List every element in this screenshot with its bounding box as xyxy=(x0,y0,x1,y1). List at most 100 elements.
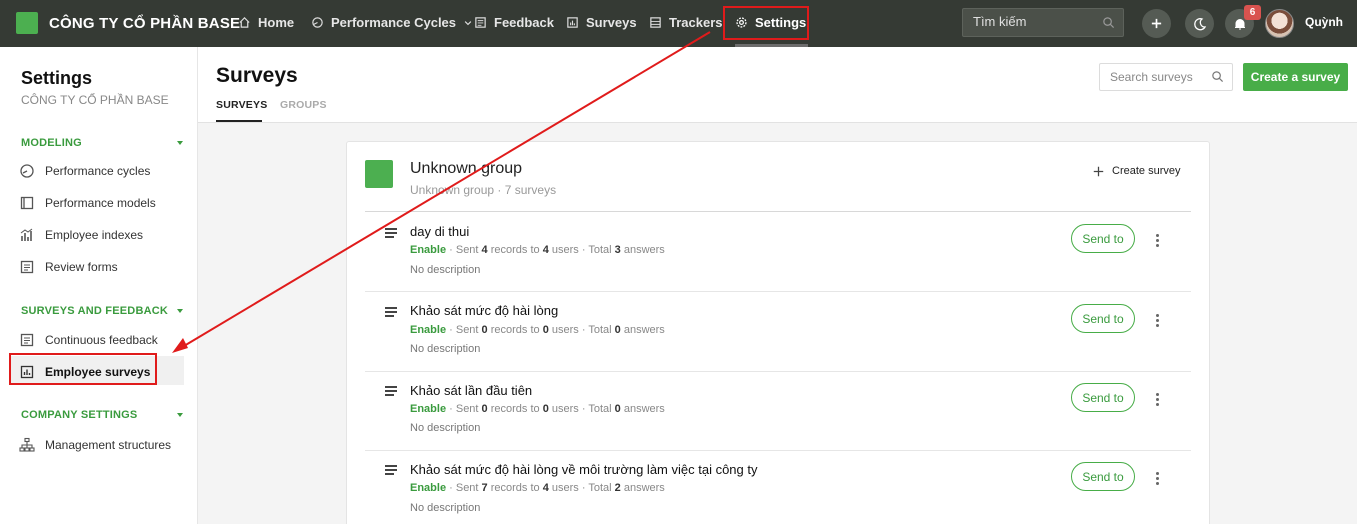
list-icon xyxy=(385,228,397,240)
survey-title[interactable]: Khảo sát lần đầu tiên xyxy=(410,383,532,398)
survey-description: No description xyxy=(410,343,481,355)
settings-highlight-box xyxy=(723,6,809,40)
cycle-icon xyxy=(312,17,323,28)
home-icon xyxy=(239,17,250,28)
global-search-placeholder: Tìm kiếm xyxy=(973,14,1027,29)
sidebar-item-performance-models[interactable]: Performance models xyxy=(19,195,156,211)
group-name: Unknown group xyxy=(410,160,523,177)
top-navbar: CÔNG TY CỔ PHẦN BASE Home Performance Cy… xyxy=(0,0,1357,47)
survey-description: No description xyxy=(410,422,481,434)
group-divider xyxy=(365,211,1191,212)
survey-search-placeholder: Search surveys xyxy=(1110,70,1193,84)
sidebar-item-employee-indexes[interactable]: Employee indexes xyxy=(19,227,143,243)
survey-stats: Enable · Sent 0 records to 0 users · Tot… xyxy=(410,403,665,415)
company-name[interactable]: CÔNG TY CỔ PHẦN BASE xyxy=(49,15,240,32)
sidebar-item-performance-cycles[interactable]: Performance cycles xyxy=(19,163,150,179)
form-icon xyxy=(20,260,34,274)
feedback-icon xyxy=(20,333,34,347)
employee-surveys-highlight-box xyxy=(9,353,157,385)
moon-icon xyxy=(1193,17,1206,30)
send-to-button[interactable]: Send to xyxy=(1071,462,1135,491)
section-modeling[interactable]: MODELING xyxy=(21,137,82,149)
create-survey-link-label: Create survey xyxy=(1112,165,1181,177)
sidebar-item-label: Performance cycles xyxy=(45,164,151,178)
create-survey-button[interactable]: Create a survey xyxy=(1243,63,1348,91)
sidebar-title: Settings xyxy=(21,68,93,88)
survey-stats: Enable · Sent 7 records to 4 users · Tot… xyxy=(410,482,665,494)
chevron-down-icon xyxy=(464,20,472,25)
more-options-icon[interactable] xyxy=(1156,314,1160,329)
caret-down-icon[interactable] xyxy=(177,309,183,313)
list-icon xyxy=(385,465,397,477)
send-to-button[interactable]: Send to xyxy=(1071,304,1135,333)
settings-sidebar: Settings CÔNG TY CỔ PHẦN BASE MODELING P… xyxy=(0,47,198,524)
section-company-settings[interactable]: COMPANY SETTINGS xyxy=(21,409,137,421)
nav-surveys[interactable]: Surveys xyxy=(566,15,637,30)
sidebar-item-label: Review forms xyxy=(45,260,118,274)
send-to-button[interactable]: Send to xyxy=(1071,224,1135,253)
tab-groups[interactable]: GROUPS xyxy=(280,99,327,111)
more-options-icon[interactable] xyxy=(1156,393,1160,408)
caret-down-icon[interactable] xyxy=(177,413,183,417)
global-search-input[interactable]: Tìm kiếm xyxy=(962,8,1124,37)
survey-title[interactable]: Khảo sát mức độ hài lòng về môi trường l… xyxy=(410,462,757,477)
sidebar-item-label: Performance models xyxy=(45,196,156,210)
cycle-icon xyxy=(20,164,34,178)
sidebar-item-management-structures[interactable]: Management structures xyxy=(19,437,171,453)
sidebar-item-label: Continuous feedback xyxy=(45,333,158,347)
username[interactable]: Quỳnh xyxy=(1305,15,1343,29)
more-options-icon[interactable] xyxy=(1156,234,1160,249)
group-meta: Unknown group · 7 surveys xyxy=(410,183,557,197)
list-icon xyxy=(385,386,397,398)
group-color-swatch xyxy=(365,160,393,188)
sidebar-item-review-forms[interactable]: Review forms xyxy=(19,259,118,275)
nav-home-label: Home xyxy=(258,15,295,30)
list-icon xyxy=(385,307,397,319)
page-title: Surveys xyxy=(216,64,298,87)
survey-stats: Enable · Sent 0 records to 0 users · Tot… xyxy=(410,324,665,336)
nav-trackers[interactable]: Trackers xyxy=(649,15,723,30)
indexes-icon xyxy=(20,228,33,241)
row-divider xyxy=(365,291,1191,292)
sidebar-item-label: Employee indexes xyxy=(45,228,144,242)
row-divider xyxy=(365,371,1191,372)
row-divider xyxy=(365,450,1191,451)
feedback-icon xyxy=(475,17,486,28)
caret-down-icon[interactable] xyxy=(177,141,183,145)
sidebar-item-label: Management structures xyxy=(45,438,172,452)
nav-performance-cycles-label: Performance Cycles xyxy=(331,15,457,30)
nav-feedback[interactable]: Feedback xyxy=(474,15,554,30)
model-icon xyxy=(20,196,34,210)
search-icon xyxy=(1212,71,1224,83)
more-options-icon[interactable] xyxy=(1156,472,1160,487)
search-icon xyxy=(1103,17,1115,29)
plus-icon xyxy=(1151,18,1162,29)
trackers-icon xyxy=(650,17,661,28)
sidebar-subtitle: CÔNG TY CỔ PHẦN BASE xyxy=(21,93,169,107)
section-surveys-and-feedback[interactable]: SURVEYS AND FEEDBACK xyxy=(21,305,168,317)
company-logo[interactable] xyxy=(16,12,38,34)
survey-title[interactable]: Khảo sát mức độ hài lòng xyxy=(410,303,558,318)
sidebar-item-continuous-feedback[interactable]: Continuous feedback xyxy=(19,332,158,348)
nav-home[interactable]: Home xyxy=(238,15,294,30)
send-to-button[interactable]: Send to xyxy=(1071,383,1135,412)
add-button[interactable] xyxy=(1142,9,1171,38)
survey-stats: Enable · Sent 4 records to 4 users · Tot… xyxy=(410,244,665,256)
nav-trackers-label: Trackers xyxy=(669,15,723,30)
dark-mode-toggle[interactable] xyxy=(1185,9,1214,38)
nav-surveys-label: Surveys xyxy=(586,15,637,30)
tab-surveys[interactable]: SURVEYS xyxy=(216,99,267,111)
survey-title[interactable]: day di thui xyxy=(410,224,469,239)
active-tab-indicator xyxy=(216,120,262,122)
hierarchy-icon xyxy=(19,437,35,452)
survey-description: No description xyxy=(410,502,481,514)
plus-icon xyxy=(1093,166,1104,176)
create-survey-link[interactable]: Create survey xyxy=(1093,165,1180,177)
surveys-icon xyxy=(567,17,578,28)
notification-badge: 6 xyxy=(1244,5,1261,20)
survey-description: No description xyxy=(410,264,481,276)
survey-search-input[interactable]: Search surveys xyxy=(1099,63,1233,91)
nav-feedback-label: Feedback xyxy=(494,15,554,30)
avatar[interactable] xyxy=(1265,9,1294,38)
nav-performance-cycles[interactable]: Performance Cycles xyxy=(311,15,473,30)
